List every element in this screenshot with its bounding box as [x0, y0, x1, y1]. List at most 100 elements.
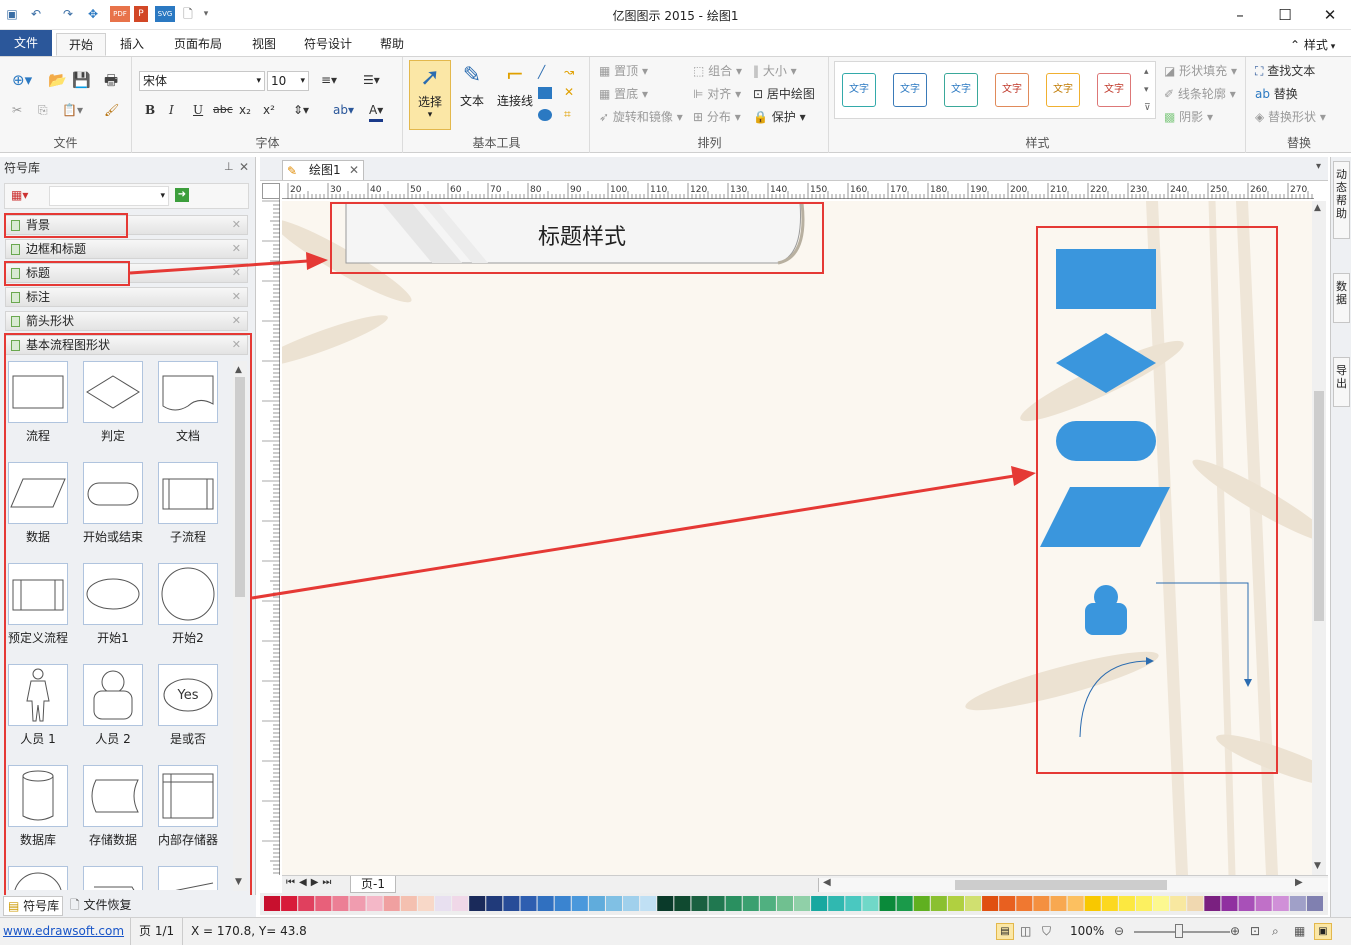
- styles-toggle[interactable]: ⌃ 样式 ▾: [1290, 36, 1335, 53]
- color-swatch[interactable]: [1016, 896, 1033, 911]
- bold-button[interactable]: B: [145, 101, 155, 119]
- color-swatch[interactable]: [879, 896, 896, 911]
- scroll-down-icon[interactable]: ▼: [1314, 861, 1321, 871]
- color-swatch[interactable]: [964, 896, 982, 911]
- library-search-combo[interactable]: ▾: [49, 186, 169, 206]
- color-swatch[interactable]: [366, 896, 383, 911]
- highlight-icon[interactable]: ab▾: [333, 101, 354, 119]
- color-swatch[interactable]: [1170, 896, 1187, 911]
- color-swatch[interactable]: [845, 896, 862, 911]
- center-drawing-button[interactable]: ⊡ 居中绘图: [753, 85, 815, 103]
- cut-icon[interactable]: ✂: [12, 101, 22, 119]
- color-swatch[interactable]: [623, 896, 640, 911]
- print-icon[interactable]: 🖶: [104, 71, 118, 89]
- superscript-button[interactable]: x²: [263, 101, 275, 119]
- gallery-scroll-up-icon[interactable]: ▴: [1144, 63, 1149, 81]
- scroll-thumb[interactable]: [955, 880, 1167, 890]
- shadow-button[interactable]: ▩ 阴影 ▾: [1164, 108, 1213, 126]
- find-text-button[interactable]: ⛶ 查找文本: [1255, 62, 1315, 80]
- align-button[interactable]: ⊫ 对齐 ▾: [693, 85, 741, 103]
- close-icon[interactable]: ✕: [232, 312, 241, 330]
- color-swatch[interactable]: [349, 896, 366, 911]
- color-swatch[interactable]: [674, 896, 691, 911]
- tab-help[interactable]: 帮助: [372, 33, 412, 56]
- line-outline-button[interactable]: ✐ 线条轮廓 ▾: [1164, 85, 1236, 103]
- color-swatch[interactable]: [1101, 896, 1118, 911]
- color-swatch[interactable]: [1135, 896, 1153, 911]
- color-swatch[interactable]: [605, 896, 623, 911]
- italic-button[interactable]: I: [169, 101, 174, 119]
- color-palette[interactable]: [260, 893, 1328, 915]
- tab-page-layout[interactable]: 页面布局: [166, 33, 230, 56]
- color-swatch[interactable]: [1118, 896, 1135, 911]
- style-swatch-3[interactable]: 文字: [944, 73, 978, 107]
- color-swatch[interactable]: [828, 896, 845, 911]
- group-button[interactable]: ⬚ 组合 ▾: [693, 62, 742, 80]
- color-swatch[interactable]: [1033, 896, 1050, 911]
- horizontal-scrollbar[interactable]: ◀ ▶: [818, 877, 1328, 892]
- color-swatch[interactable]: [281, 896, 298, 911]
- color-swatch[interactable]: [503, 896, 520, 911]
- new-icon[interactable]: ⊕▾: [12, 71, 32, 89]
- color-swatch[interactable]: [930, 896, 947, 911]
- send-to-back-button[interactable]: ▦ 置底 ▾: [599, 85, 648, 103]
- zoom-in-icon[interactable]: ⊕: [1230, 918, 1240, 945]
- color-swatch[interactable]: [1255, 896, 1272, 911]
- protect-button[interactable]: 🔒 保护 ▾: [753, 108, 806, 126]
- ellipse-tool-icon[interactable]: [538, 109, 552, 121]
- color-swatch[interactable]: [264, 896, 281, 911]
- dock-data[interactable]: 数据: [1333, 273, 1350, 323]
- gallery-scroll-down-icon[interactable]: ▾: [1144, 81, 1149, 99]
- scroll-left-icon[interactable]: ◀: [823, 877, 831, 888]
- color-swatch[interactable]: [640, 896, 657, 911]
- page-nav-icons[interactable]: ⏮◀▶⏭: [286, 877, 335, 888]
- color-swatch[interactable]: [708, 896, 725, 911]
- color-swatch[interactable]: [862, 896, 879, 911]
- color-swatch[interactable]: [1153, 896, 1170, 911]
- color-swatch[interactable]: [1289, 896, 1306, 911]
- color-swatch[interactable]: [452, 896, 469, 911]
- style-swatch-5[interactable]: 文字: [1046, 73, 1080, 107]
- color-swatch[interactable]: [999, 896, 1016, 911]
- close-icon[interactable]: ✕: [232, 240, 241, 258]
- color-swatch[interactable]: [1306, 896, 1323, 911]
- fit-page-icon[interactable]: ⊡: [1250, 918, 1260, 945]
- color-swatch[interactable]: [1221, 896, 1238, 911]
- color-swatch[interactable]: [794, 896, 811, 911]
- close-icon[interactable]: ✕: [232, 288, 241, 306]
- underline-button[interactable]: U: [193, 101, 203, 119]
- font-name-combo[interactable]: 宋体 ▾: [139, 71, 265, 91]
- line-tool-icon[interactable]: ╱: [538, 63, 545, 81]
- rotate-mirror-button[interactable]: ➶ 旋转和镜像 ▾: [599, 108, 683, 126]
- grid-icon[interactable]: ▦: [1294, 918, 1305, 945]
- page-view-icon[interactable]: ◫: [1020, 918, 1031, 945]
- select-tool-button[interactable]: ➚ 选择 ▾: [409, 60, 451, 130]
- zoom-search-icon[interactable]: ⌕: [1272, 918, 1279, 945]
- replace-shape-button[interactable]: ◈ 替换形状 ▾: [1255, 108, 1326, 126]
- color-swatch[interactable]: [776, 896, 793, 911]
- color-swatch[interactable]: [759, 896, 776, 911]
- replace-button[interactable]: ab 替换: [1255, 85, 1298, 103]
- style-swatch-2[interactable]: 文字: [893, 73, 927, 107]
- pin-icon[interactable]: ⊥: [224, 160, 234, 173]
- open-icon[interactable]: 📂: [48, 71, 67, 89]
- zoom-slider-thumb[interactable]: [1175, 924, 1183, 938]
- curve-tool-icon[interactable]: ↝: [564, 63, 574, 81]
- zoom-out-icon[interactable]: ⊖: [1114, 918, 1124, 945]
- strikethrough-button[interactable]: abc: [213, 101, 233, 119]
- go-arrow-icon[interactable]: ➜: [175, 188, 189, 202]
- rectangle-tool-icon[interactable]: [538, 87, 552, 99]
- close-button[interactable]: ✕: [1307, 0, 1351, 30]
- color-swatch[interactable]: [417, 896, 434, 911]
- scroll-up-icon[interactable]: ▲: [1314, 203, 1321, 213]
- color-swatch[interactable]: [486, 896, 503, 911]
- color-swatch[interactable]: [811, 896, 828, 911]
- maximize-button[interactable]: ☐: [1262, 0, 1308, 30]
- save-icon[interactable]: 💾: [72, 71, 91, 89]
- bring-to-front-button[interactable]: ▦ 置顶 ▾: [599, 62, 648, 80]
- website-link[interactable]: www.edrawsoft.com: [3, 918, 124, 945]
- color-swatch[interactable]: [554, 896, 571, 911]
- font-size-combo[interactable]: 10 ▾: [267, 71, 309, 91]
- color-swatch[interactable]: [725, 896, 742, 911]
- color-swatch[interactable]: [896, 896, 913, 911]
